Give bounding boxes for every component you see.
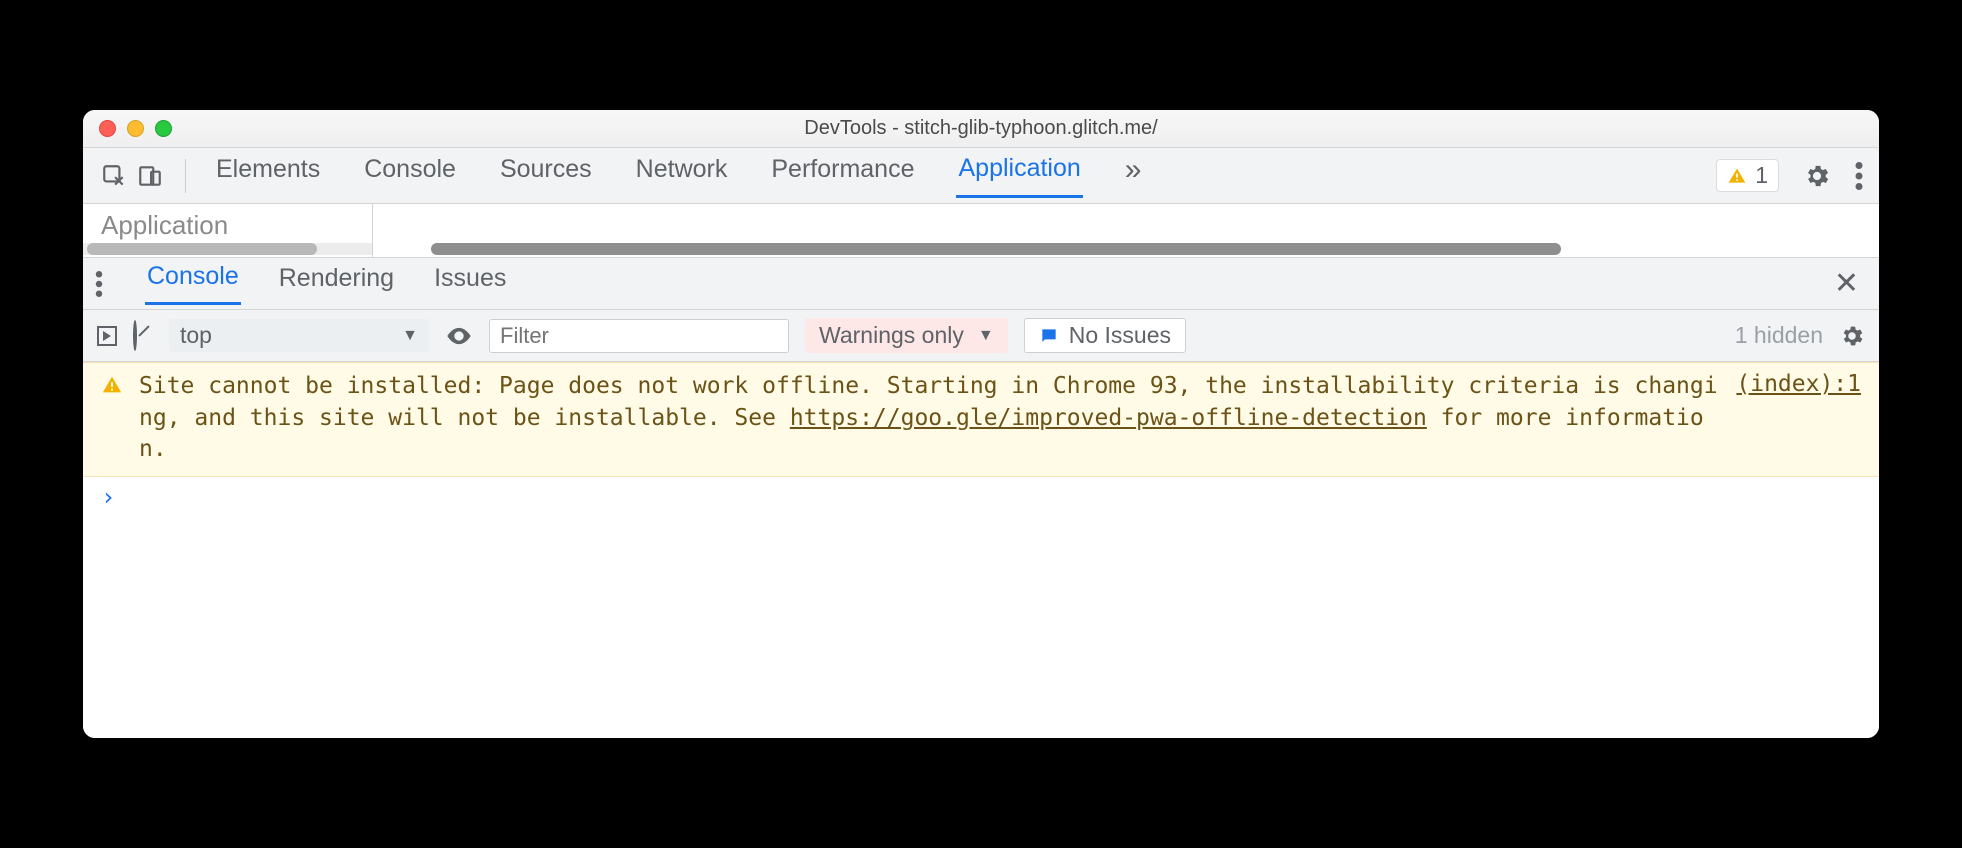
- chevron-down-icon: ▼: [402, 327, 418, 345]
- drawer-tab-issues[interactable]: Issues: [432, 264, 508, 304]
- tabs-overflow-button[interactable]: »: [1123, 153, 1144, 199]
- device-toolbar-icon[interactable]: [137, 163, 163, 189]
- console-body: Site cannot be installed: Page does not …: [83, 362, 1879, 738]
- issues-button[interactable]: No Issues: [1024, 318, 1186, 353]
- main-scrollbar[interactable]: [373, 243, 1879, 255]
- hidden-messages-count[interactable]: 1 hidden: [1735, 322, 1823, 349]
- close-drawer-button[interactable]: ✕: [1826, 266, 1867, 301]
- zoom-window-button[interactable]: [155, 120, 172, 137]
- log-level-label: Warnings only: [819, 322, 964, 349]
- window-controls: [99, 120, 172, 137]
- tab-application[interactable]: Application: [956, 154, 1082, 198]
- devtools-window: DevTools - stitch-glib-typhoon.glitch.me…: [83, 110, 1879, 738]
- warning-icon: [101, 374, 123, 466]
- tab-sources[interactable]: Sources: [498, 155, 594, 196]
- main-toolbar: Elements Console Sources Network Perform…: [83, 148, 1879, 204]
- window-title: DevTools - stitch-glib-typhoon.glitch.me…: [83, 117, 1879, 140]
- settings-icon[interactable]: [1803, 162, 1831, 190]
- warning-icon: [1727, 166, 1747, 186]
- main-tabs: Elements Console Sources Network Perform…: [214, 153, 1708, 199]
- drawer-tab-rendering[interactable]: Rendering: [277, 264, 396, 304]
- drawer-more-icon[interactable]: [95, 271, 103, 297]
- application-main: [373, 204, 1879, 257]
- chevron-down-icon: ▼: [978, 327, 994, 345]
- context-label: top: [180, 322, 212, 349]
- drawer-tab-console[interactable]: Console: [145, 262, 241, 305]
- console-warning-row[interactable]: Site cannot be installed: Page does not …: [83, 362, 1879, 477]
- more-menu-icon[interactable]: [1855, 162, 1863, 190]
- live-expression-icon[interactable]: [445, 322, 473, 350]
- clear-console-icon[interactable]: [133, 322, 137, 350]
- filter-input[interactable]: [489, 319, 789, 353]
- issues-pill[interactable]: 1: [1716, 159, 1779, 192]
- sidebar-scrollbar[interactable]: [83, 243, 372, 255]
- console-sidebar-toggle-icon[interactable]: [97, 326, 117, 346]
- tab-network[interactable]: Network: [634, 155, 730, 196]
- separator: [185, 159, 186, 193]
- context-selector[interactable]: top ▼: [169, 319, 429, 352]
- message-link[interactable]: https://goo.gle/improved-pwa-offline-det…: [790, 405, 1427, 431]
- inspect-element-icon[interactable]: [101, 163, 127, 189]
- message-icon: [1039, 326, 1059, 346]
- tab-performance[interactable]: Performance: [769, 155, 916, 196]
- console-settings-icon[interactable]: [1839, 323, 1865, 349]
- sidebar-heading: Application: [83, 204, 372, 241]
- message-source-link[interactable]: (index):1: [1736, 371, 1861, 466]
- close-window-button[interactable]: [99, 120, 116, 137]
- console-message-text: Site cannot be installed: Page does not …: [139, 371, 1720, 466]
- console-prompt[interactable]: ›: [83, 477, 1879, 517]
- application-sidebar: Application: [83, 204, 373, 257]
- issues-label: No Issues: [1069, 322, 1171, 349]
- tab-elements[interactable]: Elements: [214, 155, 322, 196]
- minimize-window-button[interactable]: [127, 120, 144, 137]
- log-level-selector[interactable]: Warnings only ▼: [805, 318, 1008, 353]
- issues-count: 1: [1755, 162, 1768, 189]
- console-toolbar: top ▼ Warnings only ▼ No Issues 1 hidden: [83, 310, 1879, 362]
- panel-split: Application: [83, 204, 1879, 258]
- drawer-tabs: Console Rendering Issues ✕: [83, 258, 1879, 310]
- tab-console[interactable]: Console: [362, 155, 458, 196]
- titlebar: DevTools - stitch-glib-typhoon.glitch.me…: [83, 110, 1879, 148]
